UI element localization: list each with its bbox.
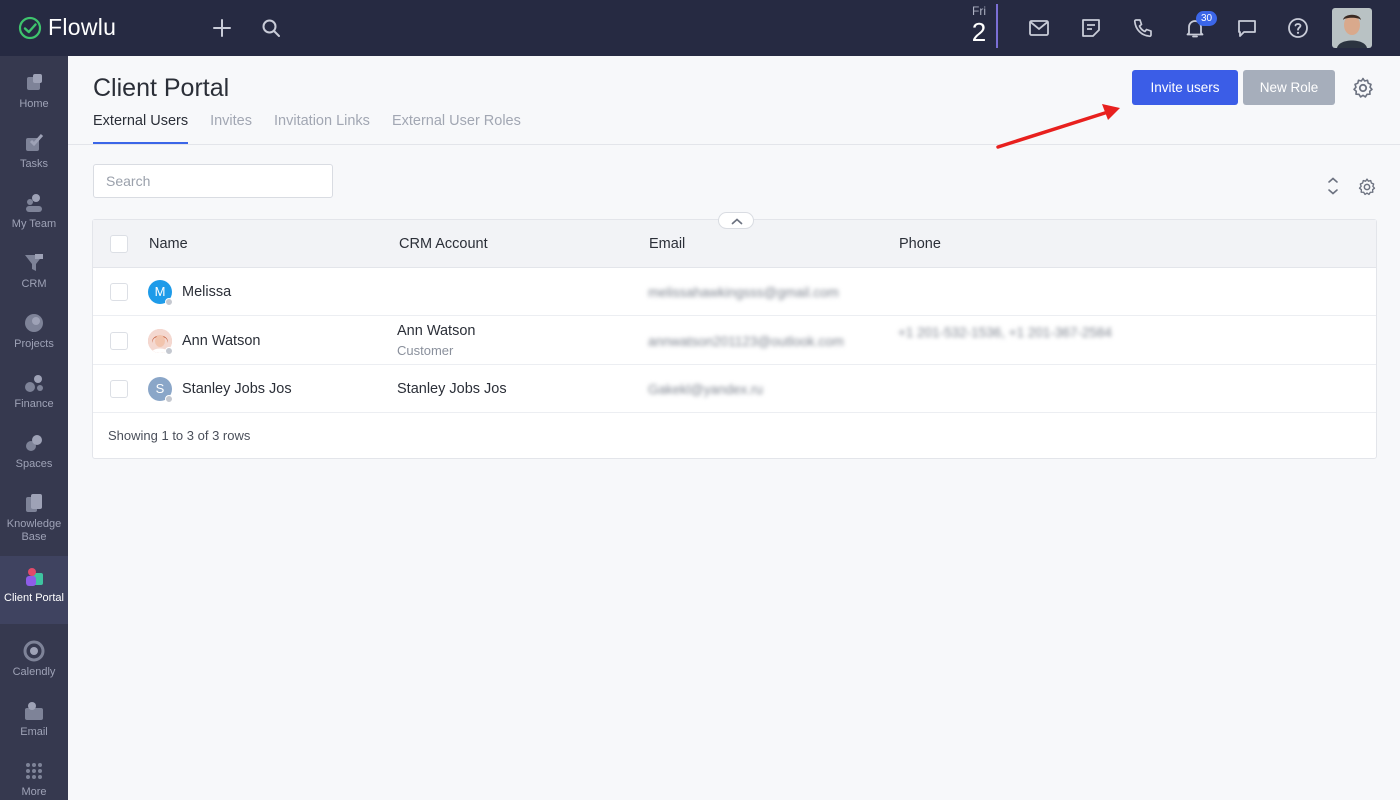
sidebar-item-projects[interactable]: Projects [0, 312, 68, 351]
invite-users-button[interactable]: Invite users [1132, 70, 1238, 105]
email-icon [25, 702, 43, 720]
page-title: Client Portal [93, 74, 230, 102]
sidebar-item-client-portal[interactable]: Client Portal [0, 556, 68, 624]
notification-badge: 30 [1196, 11, 1218, 26]
table-row[interactable]: S Stanley Jobs Jos Stanley Jobs Jos Gake… [93, 365, 1376, 413]
date-widget[interactable]: Fri 2 [962, 4, 998, 48]
date-number: 2 [971, 17, 987, 47]
client-portal-icon [26, 568, 43, 586]
tasks-icon [26, 134, 44, 151]
crm-account-link[interactable]: Ann Watson [397, 323, 475, 339]
column-header-name[interactable]: Name [149, 236, 188, 252]
user-avatar[interactable] [1332, 8, 1372, 48]
finance-icon [25, 375, 43, 392]
status-dot [165, 347, 173, 355]
table-row[interactable]: M Melissa melissahawkingsss@gmail.com [93, 268, 1376, 316]
tab-external-users[interactable]: External Users [93, 113, 189, 144]
logo-check-icon [18, 16, 42, 39]
column-header-email[interactable]: Email [649, 236, 685, 252]
crm-account-link[interactable]: Stanley Jobs Jos [397, 381, 507, 397]
sidebar-item-crm[interactable]: CRM [0, 252, 68, 291]
crm-icon [25, 254, 43, 271]
collapse-filter-toggle[interactable] [718, 212, 754, 229]
knowledge-base-icon [26, 494, 42, 512]
column-header-phone[interactable]: Phone [899, 236, 941, 252]
more-grid-icon [26, 763, 42, 779]
sidebar-item-finance[interactable]: Finance [0, 372, 68, 411]
annotation-arrow [996, 104, 1120, 149]
row-checkbox[interactable] [110, 380, 128, 398]
projects-icon [25, 314, 43, 332]
column-header-crm-account[interactable]: CRM Account [399, 236, 488, 252]
user-phone: +1 201-532-1536, +1 201-367-2584 [898, 325, 1112, 340]
sidebar-item-tasks[interactable]: Tasks [0, 132, 68, 171]
sidebar-item-spaces[interactable]: Spaces [0, 432, 68, 471]
sidebar-item-my-team[interactable]: My Team [0, 192, 68, 231]
sidebar: Home Tasks My Team CRM Projects Finance … [0, 56, 68, 800]
notes-icon[interactable] [1079, 16, 1103, 40]
mail-icon[interactable] [1027, 16, 1051, 40]
pagination-summary: Showing 1 to 3 of 3 rows [108, 428, 251, 443]
settings-gear-icon[interactable] [1351, 76, 1375, 100]
user-email: annwatson201123@outlook.com [648, 334, 844, 349]
select-all-checkbox[interactable] [110, 235, 128, 253]
chat-icon[interactable] [1235, 16, 1259, 40]
external-users-table: Name CRM Account Email Phone M Melissa m… [92, 212, 1377, 459]
home-icon [27, 74, 42, 90]
sidebar-item-email[interactable]: Email [0, 700, 68, 739]
spaces-icon [26, 435, 42, 451]
chevron-up-icon [731, 218, 743, 225]
tab-invites[interactable]: Invites [210, 113, 252, 144]
app-name: Flowlu [48, 14, 117, 40]
row-checkbox[interactable] [110, 283, 128, 301]
sidebar-item-calendly[interactable]: Calendly [0, 640, 68, 679]
user-name[interactable]: Melissa [182, 284, 231, 300]
calendly-icon [23, 640, 45, 662]
user-email: melissahawkingsss@gmail.com [648, 285, 839, 300]
plus-icon[interactable] [210, 16, 234, 40]
collapse-chevrons-icon[interactable] [1324, 176, 1342, 196]
search-input[interactable] [93, 164, 333, 198]
status-dot [165, 395, 173, 403]
search-icon[interactable] [259, 16, 283, 40]
phone-icon[interactable] [1131, 16, 1155, 40]
help-icon[interactable] [1286, 16, 1310, 40]
tab-external-user-roles[interactable]: External User Roles [392, 113, 521, 144]
user-name[interactable]: Stanley Jobs Jos [182, 381, 292, 397]
sidebar-item-home[interactable]: Home [0, 72, 68, 111]
user-email: Gakekl@yandex.ru [648, 382, 764, 397]
app-logo[interactable]: Flowlu [18, 14, 116, 41]
top-bar: Flowlu Fri 2 30 [0, 0, 1400, 56]
sidebar-item-more[interactable]: More [0, 760, 68, 799]
page-header: Client Portal External Users Invites Inv… [68, 56, 1400, 145]
status-dot [165, 298, 173, 306]
tab-bar: External Users Invites Invitation Links … [93, 113, 521, 144]
tab-invitation-links[interactable]: Invitation Links [274, 113, 370, 144]
row-checkbox[interactable] [110, 332, 128, 350]
sidebar-item-knowledge-base[interactable]: Knowledge Base [0, 492, 68, 544]
date-day: Fri [972, 4, 986, 18]
new-role-button[interactable]: New Role [1243, 70, 1335, 105]
table-row[interactable]: Ann Watson Ann Watson Customer annwatson… [93, 317, 1376, 365]
table-settings-gear-icon[interactable] [1357, 177, 1377, 197]
team-icon [26, 194, 42, 212]
crm-account-type: Customer [397, 343, 454, 358]
user-name[interactable]: Ann Watson [182, 333, 260, 349]
